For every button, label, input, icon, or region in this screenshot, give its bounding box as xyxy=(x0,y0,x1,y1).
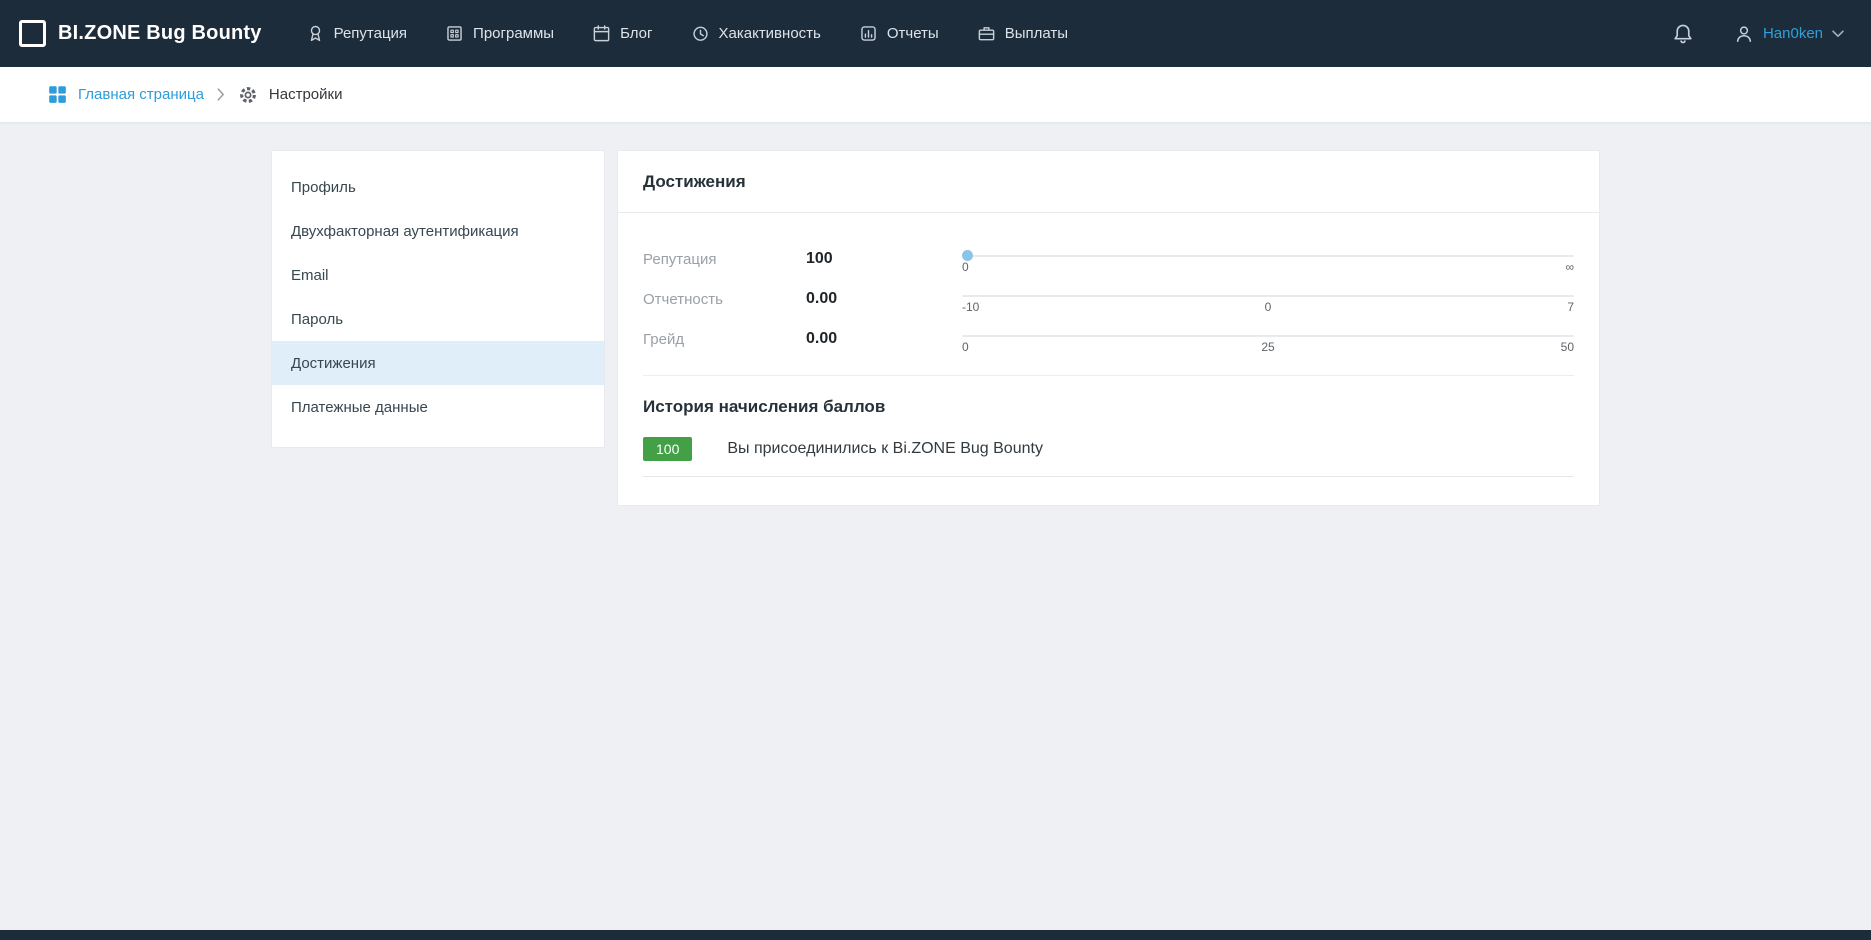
stat-value: 0.00 xyxy=(806,330,962,348)
breadcrumb-current-label: Настройки xyxy=(269,86,343,103)
stat-row-reporting: Отчетность 0.00 -10 0 7 xyxy=(643,279,1574,319)
gear-icon xyxy=(238,85,258,105)
blog-calendar-icon xyxy=(592,24,611,43)
tick-min: 0 xyxy=(962,340,969,354)
nav-label: Хакактивность xyxy=(719,25,821,42)
stat-label: Грейд xyxy=(643,331,806,348)
history-text: Вы присоединились к Bi.ZONE Bug Bounty xyxy=(727,440,1043,458)
sidebar-item-password[interactable]: Пароль xyxy=(272,297,604,341)
slider-track xyxy=(962,295,1574,297)
slider-track xyxy=(962,335,1574,337)
user-avatar-icon xyxy=(1734,24,1754,44)
sidebar-item-payment-details[interactable]: Платежные данные xyxy=(272,385,604,429)
nav-item-payouts[interactable]: Выплаты xyxy=(977,24,1068,43)
breadcrumb: Главная страница Настройки xyxy=(0,67,1871,123)
chevron-right-icon xyxy=(217,88,225,101)
nav-item-reports[interactable]: Отчеты xyxy=(859,24,939,43)
nav-item-programs[interactable]: Программы xyxy=(445,24,554,43)
bizone-logo-icon xyxy=(19,20,46,47)
settings-sidebar: Профиль Двухфакторная аутентификация Ema… xyxy=(271,150,605,448)
nav-label: Программы xyxy=(473,25,554,42)
stat-row-grade: Грейд 0.00 0 25 50 xyxy=(643,319,1574,359)
section-divider xyxy=(643,375,1574,376)
nav-label: Отчеты xyxy=(887,25,939,42)
stat-value: 100 xyxy=(806,250,962,268)
notifications-bell-icon[interactable] xyxy=(1672,23,1694,45)
sidebar-item-email[interactable]: Email xyxy=(272,253,604,297)
main-area: Профиль Двухфакторная аутентификация Ema… xyxy=(0,123,1871,506)
nav-label: Блог xyxy=(620,25,652,42)
stat-value: 0.00 xyxy=(806,290,962,308)
sidebar-item-achievements[interactable]: Достижения xyxy=(272,341,604,385)
slider-ticks: -10 0 7 xyxy=(962,300,1574,314)
breadcrumb-current: Настройки xyxy=(238,85,343,105)
brand-title: BI.ZONE Bug Bounty xyxy=(58,22,262,45)
grade-slider: 0 25 50 xyxy=(962,325,1574,354)
breadcrumb-home-link[interactable]: Главная страница xyxy=(48,85,204,104)
tick-mid: 25 xyxy=(1261,340,1274,354)
stat-label: Репутация xyxy=(643,251,806,268)
nav-item-reputation[interactable]: Репутация xyxy=(306,24,407,43)
sidebar-item-profile[interactable]: Профиль xyxy=(272,165,604,209)
nav-item-hackactivity[interactable]: Хакактивность xyxy=(691,24,821,43)
top-navbar: BI.ZONE Bug Bounty Репутация Программы xyxy=(0,0,1871,67)
tick-min: -10 xyxy=(962,300,979,314)
sidebar-item-2fa[interactable]: Двухфакторная аутентификация xyxy=(272,209,604,253)
programs-building-icon xyxy=(445,24,464,43)
reporting-slider: -10 0 7 xyxy=(962,285,1574,314)
reputation-slider: 0 ∞ xyxy=(962,245,1574,274)
footer-strip xyxy=(0,930,1871,940)
achievements-panel: Достижения Репутация 100 0 ∞ Отчетность xyxy=(617,150,1600,506)
tick-max: 50 xyxy=(1561,340,1574,354)
main-nav: Репутация Программы Блог xyxy=(306,24,1068,43)
stat-label: Отчетность xyxy=(643,291,806,308)
stat-row-reputation: Репутация 100 0 ∞ xyxy=(643,239,1574,279)
tick-max: ∞ xyxy=(1565,260,1574,274)
activity-history-icon xyxy=(691,24,710,43)
tick-max: 7 xyxy=(1567,300,1574,314)
achievement-stats: Репутация 100 0 ∞ Отчетность 0.00 xyxy=(618,213,1599,375)
user-menu[interactable]: Han0ken xyxy=(1734,24,1844,44)
reports-barchart-icon xyxy=(859,24,878,43)
tick-mid: 0 xyxy=(1265,300,1272,314)
history-row: 100 Вы присоединились к Bi.ZONE Bug Boun… xyxy=(643,437,1574,477)
nav-label: Репутация xyxy=(334,25,407,42)
home-grid-icon xyxy=(48,85,67,104)
slider-ticks: 0 ∞ xyxy=(962,260,1574,274)
panel-title: Достижения xyxy=(618,151,1599,213)
slider-track xyxy=(962,255,1574,257)
username: Han0ken xyxy=(1763,25,1823,42)
slider-ticks: 0 25 50 xyxy=(962,340,1574,354)
payouts-briefcase-icon xyxy=(977,24,996,43)
nav-item-blog[interactable]: Блог xyxy=(592,24,652,43)
chevron-down-icon xyxy=(1832,30,1844,38)
history-title: История начисления баллов xyxy=(643,397,1574,417)
tick-min: 0 xyxy=(962,260,969,274)
reputation-medal-icon xyxy=(306,24,325,43)
points-badge: 100 xyxy=(643,437,692,461)
navbar-right: Han0ken xyxy=(1672,23,1844,45)
nav-label: Выплаты xyxy=(1005,25,1068,42)
breadcrumb-home-label: Главная страница xyxy=(78,86,204,103)
